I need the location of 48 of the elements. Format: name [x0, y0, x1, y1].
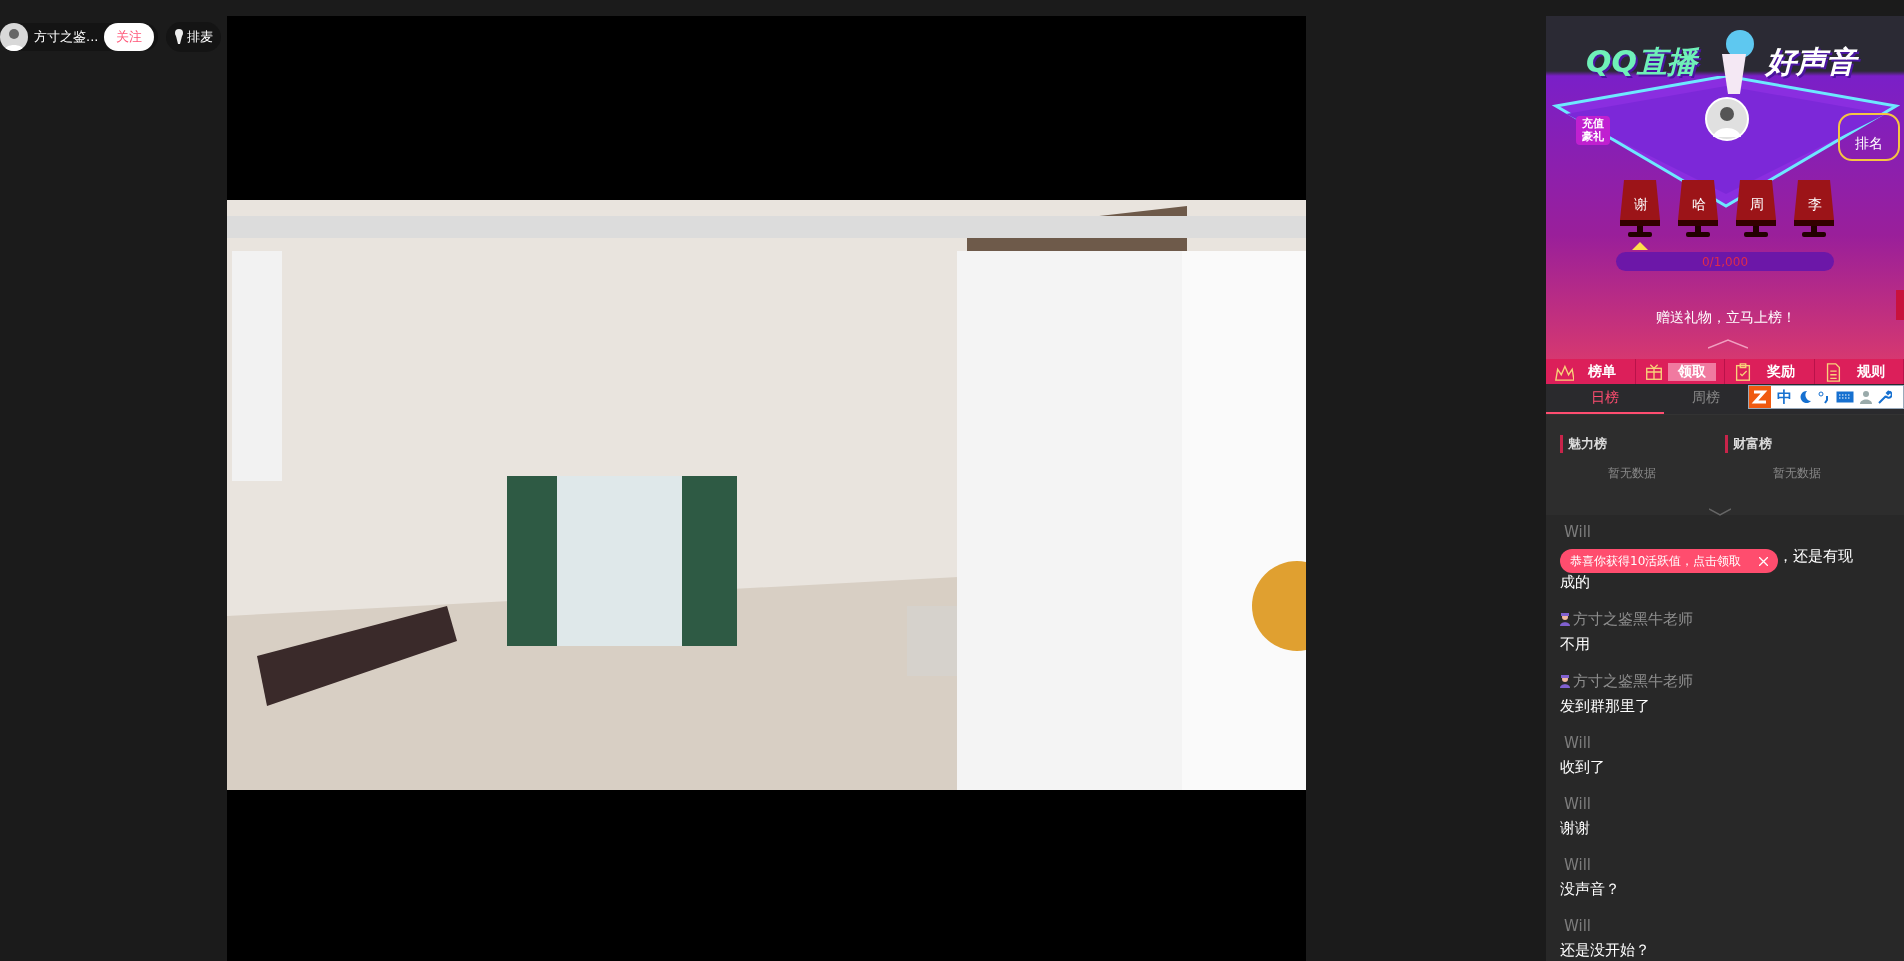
punctuation-icon[interactable]: [1818, 390, 1830, 405]
board-title: 魅力榜: [1560, 435, 1607, 454]
recharge-gift-badge[interactable]: 充值豪礼: [1576, 116, 1610, 146]
avatar: [1705, 97, 1749, 141]
user-icon[interactable]: [1860, 390, 1872, 405]
chat-message: 没声音？: [1560, 879, 1620, 900]
chat-message: 不用: [1560, 634, 1590, 655]
wrench-icon[interactable]: [1878, 390, 1892, 405]
reward-toast[interactable]: 恭喜你获得10活跃值，点击领取: [1560, 549, 1779, 573]
seat-label: 哈: [1692, 196, 1706, 214]
chat-username: Will: [1564, 734, 1591, 752]
host-badge-icon: [1560, 675, 1570, 688]
chat-message: 还是没开始？: [1560, 940, 1650, 961]
gift-prompt: 赠送礼物，立马上榜！: [1656, 309, 1796, 325]
seat-label: 李: [1808, 196, 1822, 214]
chat-username: Will: [1564, 795, 1591, 813]
chevron-down-icon[interactable]: [1709, 508, 1731, 517]
avatar[interactable]: [0, 23, 28, 51]
microphone-icon: [174, 29, 185, 45]
chat-username: Will: [1564, 523, 1591, 541]
chat-message: 收到了: [1560, 757, 1605, 778]
chat-username: 方寸之鉴黑牛老师: [1573, 672, 1693, 691]
ime-logo-icon[interactable]: [1749, 386, 1771, 409]
chevron-up-icon[interactable]: [1708, 339, 1748, 349]
chat-username: Will: [1564, 917, 1591, 935]
chat-message: 发到群那里了: [1560, 696, 1650, 717]
chat-username: 方寸之鉴黑牛老师: [1573, 610, 1693, 629]
chat-message: ，还是有现: [1778, 546, 1853, 567]
ranking-button[interactable]: 排名: [1838, 113, 1900, 161]
moon-icon[interactable]: [1798, 390, 1812, 405]
keyboard-icon[interactable]: [1836, 391, 1854, 404]
streamer-name: 方寸之鉴...: [34, 28, 99, 46]
follow-button[interactable]: 关注: [104, 23, 155, 51]
ime-mode[interactable]: 中: [1777, 387, 1792, 407]
chat-username: Will: [1564, 856, 1591, 874]
progress-text: 0/1,000: [1702, 254, 1748, 269]
empty-message: 暂无数据: [1773, 465, 1821, 483]
chat-message: 谢谢: [1560, 818, 1590, 839]
rank-tab[interactable]: 周榜: [1664, 384, 1748, 415]
toast-text: 恭喜你获得10活跃值，点击领取: [1570, 552, 1742, 570]
empty-message: 暂无数据: [1608, 465, 1656, 483]
board-title: 财富榜: [1725, 435, 1772, 454]
close-icon[interactable]: [1759, 556, 1769, 566]
host-badge-icon: [1560, 613, 1570, 626]
chat-message: 成的: [1560, 572, 1590, 593]
seat-label: 周: [1750, 196, 1764, 214]
seat-label: 谢: [1634, 196, 1648, 214]
queue-button[interactable]: 排麦: [166, 22, 222, 52]
